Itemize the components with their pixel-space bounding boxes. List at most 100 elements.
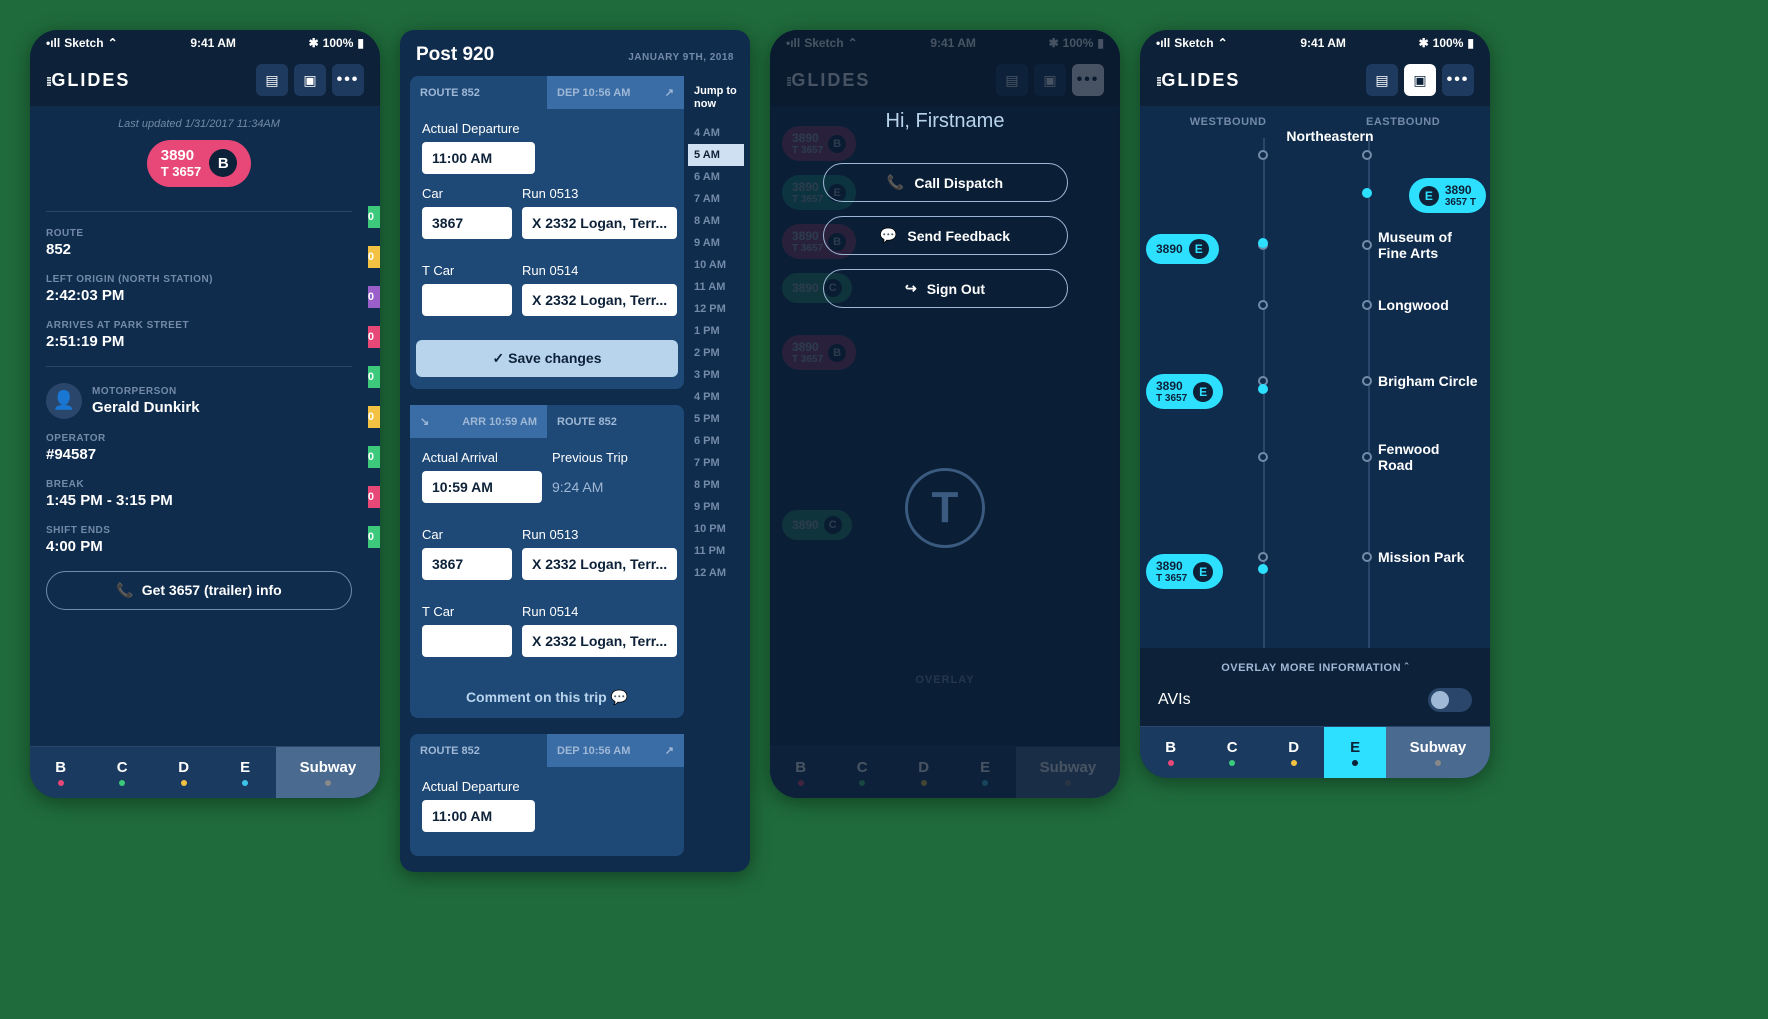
time-slot[interactable]: 11 PM bbox=[692, 540, 740, 562]
sign-out-button[interactable]: ↪Sign Out bbox=[823, 269, 1068, 308]
time-slot[interactable]: 4 PM bbox=[692, 386, 740, 408]
vehicle-marker-eastbound[interactable]: E38903657 T bbox=[1409, 178, 1486, 213]
tcar-input[interactable] bbox=[422, 625, 512, 657]
time-slot[interactable]: 3 PM bbox=[692, 364, 740, 386]
time-slot[interactable]: 9 PM bbox=[692, 496, 740, 518]
time-ruler[interactable]: Jump to now 4 AM 5 AM 6 AM 7 AM 8 AM 9 A… bbox=[692, 76, 740, 856]
run1-input[interactable]: X 2332 Logan, Terr... bbox=[522, 207, 677, 239]
greeting-text: Hi, Firstname bbox=[770, 110, 1120, 133]
arrival-tab[interactable]: ↘ARR 10:59 AM bbox=[410, 405, 547, 438]
save-changes-button[interactable]: ✓ Save changes bbox=[416, 340, 678, 377]
schedule-icon[interactable]: ▤ bbox=[256, 64, 288, 96]
vehicle-marker-westbound[interactable]: 3890T 3657E bbox=[1146, 374, 1223, 409]
tab-subway[interactable]: Subway bbox=[1386, 727, 1490, 778]
time-slot[interactable]: 9 AM bbox=[692, 232, 740, 254]
line-badge: B bbox=[209, 149, 237, 177]
time-slot[interactable]: 6 AM bbox=[692, 166, 740, 188]
car-label: Car bbox=[422, 186, 512, 201]
vehicle-badge[interactable]: 3890T 3657 B bbox=[147, 140, 251, 187]
run2-input[interactable]: X 2332 Logan, Terr... bbox=[522, 284, 677, 316]
app-logo: GLIDES bbox=[46, 70, 130, 91]
actual-arrival-input[interactable]: 10:59 AM bbox=[422, 471, 542, 503]
time-slot[interactable]: 12 PM bbox=[692, 298, 740, 320]
departure-card-2: ROUTE 852 DEP 10:56 AM↗ Actual Departure… bbox=[410, 734, 684, 856]
motorperson-value: Gerald Dunkirk bbox=[92, 399, 200, 416]
chat-icon: 💬 bbox=[611, 689, 628, 705]
actual-departure-input[interactable]: 11:00 AM bbox=[422, 142, 535, 174]
menu-icon[interactable]: ••• bbox=[1442, 64, 1474, 96]
tab-b[interactable]: B bbox=[1140, 727, 1201, 778]
time-slot[interactable]: 8 PM bbox=[692, 474, 740, 496]
app-header: GLIDES ▤ ▣ ••• bbox=[30, 54, 380, 106]
time-slot[interactable]: 6 PM bbox=[692, 430, 740, 452]
phone-icon: 📞 bbox=[116, 582, 133, 599]
departure-tab[interactable]: DEP 10:56 AM↗ bbox=[547, 734, 684, 767]
time-slot[interactable]: 4 AM bbox=[692, 122, 740, 144]
jump-to-now-button[interactable]: Jump to now bbox=[692, 80, 740, 116]
comment-on-trip-button[interactable]: Comment on this trip 💬 bbox=[422, 681, 672, 706]
chevron-up-icon: ˆ bbox=[1405, 662, 1409, 674]
arrives-value: 2:51:19 PM bbox=[46, 333, 352, 350]
route-label: ROUTE bbox=[46, 228, 352, 239]
vehicle-marker-westbound[interactable]: 3890T 3657E bbox=[1146, 554, 1223, 589]
tcar-label: T Car bbox=[422, 263, 512, 278]
tab-subway[interactable]: Subway bbox=[276, 747, 380, 798]
stop-name: Mission Park bbox=[1378, 549, 1478, 565]
shift-ends-label: SHIFT ENDS bbox=[46, 525, 352, 536]
shift-ends-value: 4:00 PM bbox=[46, 538, 352, 555]
mbta-logo-icon: T bbox=[905, 468, 985, 548]
call-dispatch-button[interactable]: 📞Call Dispatch bbox=[823, 163, 1068, 202]
bottom-nav: B C D E Subway bbox=[1140, 726, 1490, 778]
status-bar: •ıll Sketch ⌃ 9:41 AM ✱100%▮ bbox=[1140, 30, 1490, 54]
avis-toggle[interactable] bbox=[1428, 688, 1472, 712]
time-slot[interactable]: 10 AM bbox=[692, 254, 740, 276]
car-label: Car bbox=[422, 527, 512, 542]
tab-e[interactable]: E bbox=[1324, 727, 1385, 778]
stop-name: Museum of Fine Arts bbox=[1378, 229, 1478, 261]
arrival-card: ↘ARR 10:59 AM ROUTE 852 Actual Arrival10… bbox=[410, 405, 684, 718]
time-slot[interactable]: 8 AM bbox=[692, 210, 740, 232]
stop-name: Northeastern bbox=[1280, 128, 1380, 144]
tab-e[interactable]: E bbox=[214, 747, 275, 798]
westbound-label: WESTBOUND bbox=[1190, 116, 1267, 128]
actual-departure-input[interactable]: 11:00 AM bbox=[422, 800, 535, 832]
vehicle-dot bbox=[1258, 384, 1268, 394]
tab-d[interactable]: D bbox=[153, 747, 214, 798]
time-slot[interactable]: 12 AM bbox=[692, 562, 740, 584]
train-icon[interactable]: ▣ bbox=[294, 64, 326, 96]
run2-input[interactable]: X 2332 Logan, Terr... bbox=[522, 625, 677, 657]
time-slot[interactable]: 11 AM bbox=[692, 276, 740, 298]
schedule-icon[interactable]: ▤ bbox=[1366, 64, 1398, 96]
route-tab[interactable]: ROUTE 852 bbox=[410, 734, 547, 767]
screen-menu-overlay: •ıll Sketch ⌃ 9:41 AM ✱100%▮ GLIDES ▤ ▣ … bbox=[770, 30, 1120, 798]
tcar-input[interactable] bbox=[422, 284, 512, 316]
train-icon[interactable]: ▣ bbox=[1404, 64, 1436, 96]
app-header: GLIDES ▤ ▣ ••• bbox=[1140, 54, 1490, 106]
overlay-panel-header[interactable]: OVERLAY MORE INFORMATION ˆ bbox=[1158, 662, 1472, 674]
menu-icon[interactable]: ••• bbox=[332, 64, 364, 96]
route-tab[interactable]: ROUTE 852 bbox=[547, 405, 684, 438]
time-slot[interactable]: 2 PM bbox=[692, 342, 740, 364]
tab-b[interactable]: B bbox=[30, 747, 91, 798]
time-slot[interactable]: 5 PM bbox=[692, 408, 740, 430]
check-icon: ✓ bbox=[492, 350, 504, 366]
trailer-info-button[interactable]: 📞Get 3657 (trailer) info bbox=[46, 571, 352, 610]
expand-icon: ↗ bbox=[665, 86, 674, 99]
tab-d[interactable]: D bbox=[1263, 727, 1324, 778]
tab-c[interactable]: C bbox=[91, 747, 152, 798]
departure-tab[interactable]: DEP 10:56 AM↗ bbox=[547, 76, 684, 109]
time-slot[interactable]: 7 AM bbox=[692, 188, 740, 210]
time-slot-current[interactable]: 5 AM bbox=[688, 144, 744, 166]
route-tab[interactable]: ROUTE 852 bbox=[410, 76, 547, 109]
car-input[interactable]: 3867 bbox=[422, 207, 512, 239]
car-input[interactable]: 3867 bbox=[422, 548, 512, 580]
run1-input[interactable]: X 2332 Logan, Terr... bbox=[522, 548, 677, 580]
vehicle-marker-westbound[interactable]: 3890E bbox=[1146, 234, 1219, 264]
screen-line-map: •ıll Sketch ⌃ 9:41 AM ✱100%▮ GLIDES ▤ ▣ … bbox=[1140, 30, 1490, 778]
time-slot[interactable]: 7 PM bbox=[692, 452, 740, 474]
tab-c[interactable]: C bbox=[1201, 727, 1262, 778]
menu-overlay[interactable]: Hi, Firstname 📞Call Dispatch 💬Send Feedb… bbox=[770, 30, 1120, 798]
time-slot[interactable]: 10 PM bbox=[692, 518, 740, 540]
time-slot[interactable]: 1 PM bbox=[692, 320, 740, 342]
send-feedback-button[interactable]: 💬Send Feedback bbox=[823, 216, 1068, 255]
